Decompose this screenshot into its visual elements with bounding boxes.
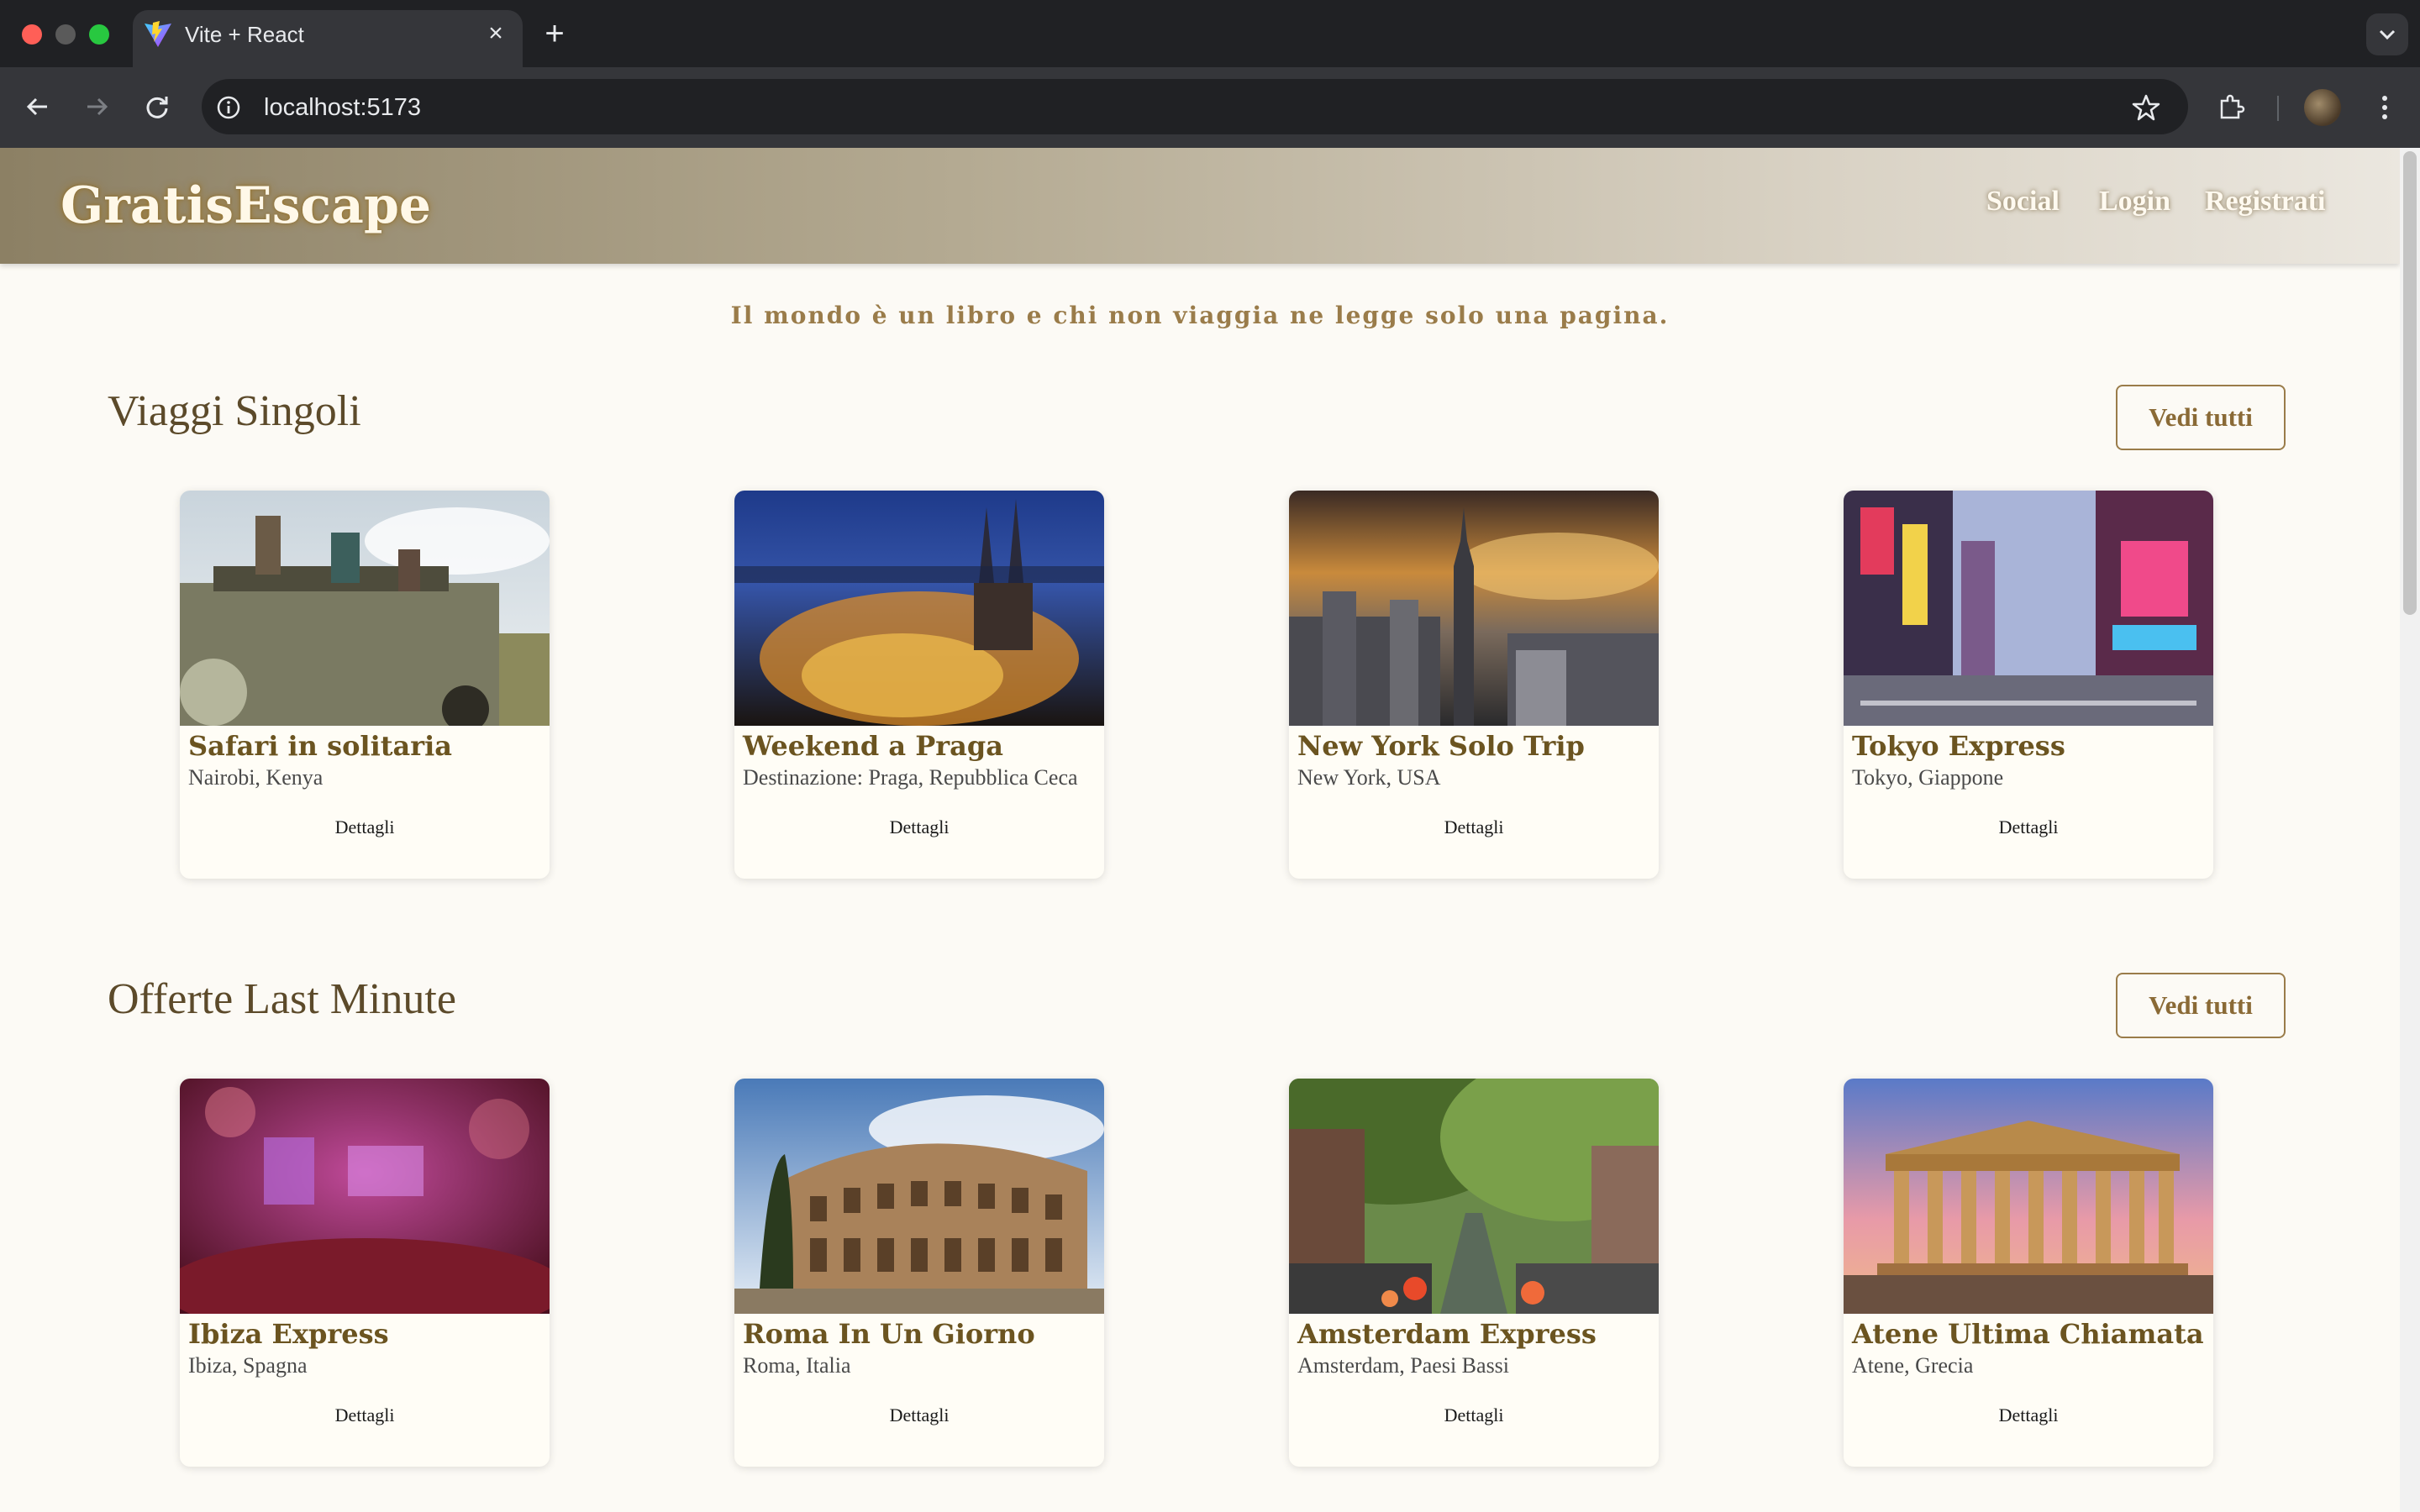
bookmark-star-icon[interactable]: [2129, 91, 2163, 124]
page-scrollbar[interactable]: [2400, 148, 2420, 1512]
see-all-button[interactable]: Vedi tutti: [2116, 385, 2286, 450]
vite-logo-icon: [145, 21, 171, 47]
card-title: Weekend a Praga: [743, 730, 1003, 762]
details-button[interactable]: Dettagli: [1289, 1403, 1659, 1428]
card-title: Atene Ultima Chiamata: [1852, 1318, 2204, 1350]
details-button[interactable]: Dettagli: [734, 1403, 1104, 1428]
tab-title: Vite + React: [185, 22, 304, 47]
extensions-puzzle-icon[interactable]: [2215, 91, 2249, 124]
card-location: New York, USA: [1297, 765, 1441, 790]
card-title: Roma In Un Giorno: [743, 1318, 1035, 1350]
browser-toolbar: localhost:5173: [0, 67, 2420, 148]
colosseum-photo: [734, 1079, 1104, 1314]
zoom-window-button[interactable]: [89, 24, 109, 45]
details-button[interactable]: Dettagli: [180, 1403, 550, 1428]
safari-jeep-photo: [180, 491, 550, 726]
section-title-offerte-last-minute: Offerte Last Minute: [108, 975, 456, 1023]
card-location: Tokyo, Giappone: [1852, 765, 2004, 790]
forward-icon[interactable]: [76, 86, 118, 128]
reload-icon[interactable]: [136, 86, 178, 128]
prague-night-photo: [734, 491, 1104, 726]
details-button[interactable]: Dettagli: [1844, 815, 2213, 840]
tagline-quote: Il mondo è un libro e chi non viaggia ne…: [730, 302, 1670, 329]
trip-card[interactable]: Weekend a Praga Destinazione: Praga, Rep…: [734, 491, 1104, 879]
card-title: Safari in solitaria: [188, 730, 452, 762]
more-menu-icon[interactable]: [2368, 91, 2402, 124]
details-button[interactable]: Dettagli: [734, 815, 1104, 840]
parthenon-photo: [1844, 1079, 2213, 1314]
new-tab-icon[interactable]: +: [538, 17, 571, 50]
close-tab-icon[interactable]: ×: [481, 18, 511, 49]
site-header: GratisEscape Social Login Registrati: [0, 148, 2400, 264]
nav-link-social[interactable]: Social: [1986, 185, 2060, 218]
minimize-window-button[interactable]: [55, 24, 76, 45]
card-location: Ibiza, Spagna: [188, 1353, 308, 1378]
chevron-down-icon: [2379, 29, 2396, 40]
tab-search-button[interactable]: [2366, 13, 2408, 55]
card-title: Ibiza Express: [188, 1318, 389, 1350]
ibiza-party-photo: [180, 1079, 550, 1314]
details-button[interactable]: Dettagli: [1289, 815, 1659, 840]
card-location: Destinazione: Praga, Repubblica Ceca: [743, 765, 1078, 790]
nav-link-registrati[interactable]: Registrati: [2205, 185, 2326, 218]
tokyo-street-photo: [1844, 491, 2213, 726]
nav-link-login[interactable]: Login: [2099, 185, 2170, 218]
card-location: Atene, Grecia: [1852, 1353, 1974, 1378]
amsterdam-canal-photo: [1289, 1079, 1659, 1314]
scrollbar-thumb[interactable]: [2403, 151, 2417, 615]
card-title: Tokyo Express: [1852, 730, 2065, 762]
card-title: New York Solo Trip: [1297, 730, 1585, 762]
trip-card[interactable]: Atene Ultima Chiamata Atene, Grecia Dett…: [1844, 1079, 2213, 1467]
trip-card[interactable]: Amsterdam Express Amsterdam, Paesi Bassi…: [1289, 1079, 1659, 1467]
card-location: Roma, Italia: [743, 1353, 851, 1378]
url-text[interactable]: localhost:5173: [264, 92, 421, 123]
trip-card[interactable]: Safari in solitaria Nairobi, Kenya Detta…: [180, 491, 550, 879]
trip-card[interactable]: Tokyo Express Tokyo, Giappone Dettagli: [1844, 491, 2213, 879]
details-button[interactable]: Dettagli: [180, 815, 550, 840]
profile-avatar[interactable]: [2304, 89, 2341, 126]
back-icon[interactable]: [17, 86, 59, 128]
details-button[interactable]: Dettagli: [1844, 1403, 2213, 1428]
toolbar-divider: [2277, 96, 2279, 121]
trip-card[interactable]: New York Solo Trip New York, USA Dettagl…: [1289, 491, 1659, 879]
page-viewport: GratisEscape Social Login Registrati Il …: [0, 148, 2400, 1512]
card-location: Nairobi, Kenya: [188, 765, 324, 790]
trip-card[interactable]: Roma In Un Giorno Roma, Italia Dettagli: [734, 1079, 1104, 1467]
section-title-viaggi-singoli: Viaggi Singoli: [108, 387, 361, 435]
site-logo[interactable]: GratisEscape: [60, 176, 431, 235]
card-location: Amsterdam, Paesi Bassi: [1297, 1353, 1510, 1378]
trip-card[interactable]: Ibiza Express Ibiza, Spagna Dettagli: [180, 1079, 550, 1467]
new-york-skyline-photo: [1289, 491, 1659, 726]
address-bar[interactable]: [202, 79, 2188, 134]
close-window-button[interactable]: [22, 24, 42, 45]
card-title: Amsterdam Express: [1297, 1318, 1597, 1350]
site-info-icon[interactable]: [215, 94, 242, 121]
see-all-button[interactable]: Vedi tutti: [2116, 973, 2286, 1038]
browser-tab-strip: Vite + React × +: [0, 0, 2420, 67]
